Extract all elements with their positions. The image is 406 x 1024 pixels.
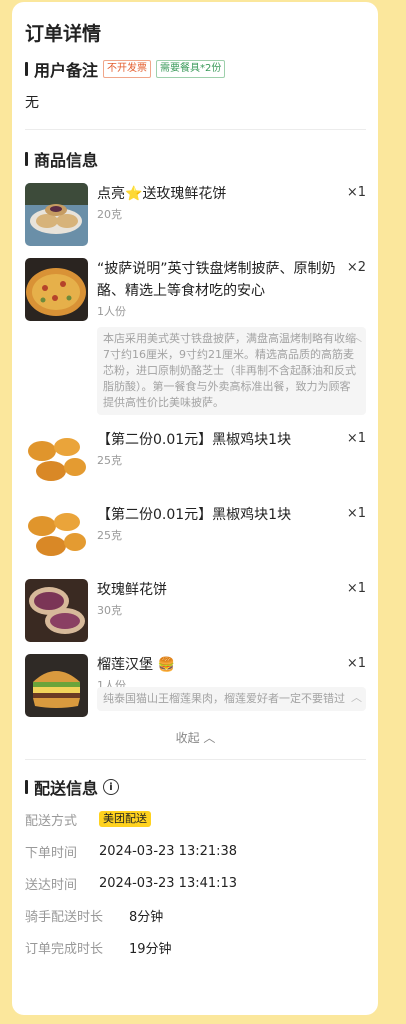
completion-duration-value: 19分钟 [129, 941, 172, 957]
chevron-up-icon: ︿ [203, 731, 216, 745]
product-name: 榴莲汉堡 🍔 [97, 657, 175, 673]
delivery-section-header: 配送信息 i [25, 775, 366, 799]
product-description: 纯泰国猫山王榴莲果肉，榴莲爱好者一定不要错过 ︿ [97, 687, 366, 711]
section-bar [25, 780, 28, 794]
product-name: 【第二份0.01元】黑椒鸡块1块 [97, 507, 292, 523]
burger-thumbnail [25, 654, 88, 717]
product-spec: 1人份 [97, 305, 126, 318]
star-icon: ⭐ [125, 186, 143, 202]
remark-section-header: 用户备注 不开发票 需要餐具*2份 [25, 57, 366, 81]
product-description: 本店采用美式英寸铁盘披萨，满盘高温烤制略有收缩7寸约16厘米，9寸约21厘米。精… [97, 327, 366, 415]
product-name: 【第二份0.01元】黑椒鸡块1块 [97, 432, 292, 448]
product-spec: 25克 [97, 529, 122, 542]
section-bar [25, 152, 28, 166]
chicken-nugget-thumbnail [25, 429, 88, 492]
info-label: 订单完成时长 [25, 941, 104, 957]
burger-icon: 🍔 [157, 657, 175, 673]
product-qty: ×1 [346, 431, 366, 446]
remark-section-title: 用户备注 [34, 61, 99, 80]
product-item: 玫瑰鲜花饼 30克 ×1 [25, 579, 366, 642]
collapse-label: 收起 [175, 731, 200, 745]
product-spec: 25克 [97, 454, 122, 467]
chicken-nugget-thumbnail [25, 504, 88, 567]
info-label: 配送方式 [25, 813, 78, 829]
pizza-thumbnail [25, 258, 88, 321]
divider [25, 759, 366, 760]
product-item: “披萨说明”英寸铁盘烤制披萨、原制奶酪、精选上等食材吃的安心 1人份 ×2 [25, 258, 366, 321]
product-name: 玫瑰鲜花饼 [97, 582, 167, 598]
rose-cake-thumbnail [25, 183, 88, 246]
product-name: “披萨说明”英寸铁盘烤制披萨、原制奶酪、精选上等食材吃的安心 [97, 261, 336, 299]
info-label: 下单时间 [25, 845, 78, 861]
products-section-header: 商品信息 [25, 147, 366, 171]
product-name: 点亮⭐送玫瑰鲜花饼 [97, 186, 227, 202]
tableware-tag: 需要餐具*2份 [156, 60, 226, 78]
product-description-text: 纯泰国猫山王榴莲果肉，榴莲爱好者一定不要错过 [103, 692, 345, 705]
product-item: 【第二份0.01元】黑椒鸡块1块 25克 ×1 [25, 504, 366, 567]
rose-cake-thumbnail [25, 579, 88, 642]
delivery-section-title: 配送信息 [34, 779, 99, 798]
product-qty: ×1 [346, 656, 366, 671]
info-label: 送达时间 [25, 877, 78, 893]
chevron-up-icon[interactable]: ︿ [351, 690, 362, 706]
rider-duration-row: 骑手配送时长 8分钟 [25, 905, 366, 925]
completion-duration-row: 订单完成时长 19分钟 [25, 937, 366, 957]
section-bar [25, 62, 28, 76]
order-time-row: 下单时间 2024-03-23 13:21:38 [25, 841, 366, 861]
product-spec: 20克 [97, 208, 122, 221]
product-item: 点亮⭐送玫瑰鲜花饼 20克 ×1 [25, 183, 366, 246]
rider-duration-value: 8分钟 [129, 909, 164, 925]
order-time-value: 2024-03-23 13:21:38 [99, 843, 238, 859]
product-qty: ×1 [346, 185, 366, 200]
product-qty: ×1 [346, 581, 366, 596]
divider [25, 129, 366, 130]
remark-content: 无 [25, 95, 39, 111]
product-qty: ×1 [346, 506, 366, 521]
delivery-method-badge: 美团配送 [99, 811, 151, 827]
product-description-text: 本店采用美式英寸铁盘披萨，满盘高温烤制略有收缩7寸约16厘米，9寸约21厘米。精… [103, 332, 356, 409]
no-invoice-tag: 不开发票 [103, 60, 152, 78]
products-section-title: 商品信息 [34, 151, 99, 170]
chevron-up-icon[interactable]: ︿ [351, 330, 362, 346]
product-qty: ×2 [346, 260, 366, 275]
page-title: 订单详情 [25, 23, 102, 45]
info-label: 骑手配送时长 [25, 909, 104, 925]
order-detail-card: 订单详情 用户备注 不开发票 需要餐具*2份 无 商品信息 点亮⭐送玫瑰鲜花饼 … [12, 2, 378, 1015]
delivery-method-row: 配送方式 美团配送 [25, 809, 366, 829]
info-icon[interactable]: i [103, 779, 120, 795]
product-spec: 30克 [97, 604, 122, 617]
collapse-button[interactable]: 收起 ︿ [25, 729, 366, 745]
product-item: 【第二份0.01元】黑椒鸡块1块 25克 ×1 [25, 429, 366, 492]
delivered-time-value: 2024-03-23 13:41:13 [99, 875, 238, 891]
delivered-time-row: 送达时间 2024-03-23 13:41:13 [25, 873, 366, 893]
